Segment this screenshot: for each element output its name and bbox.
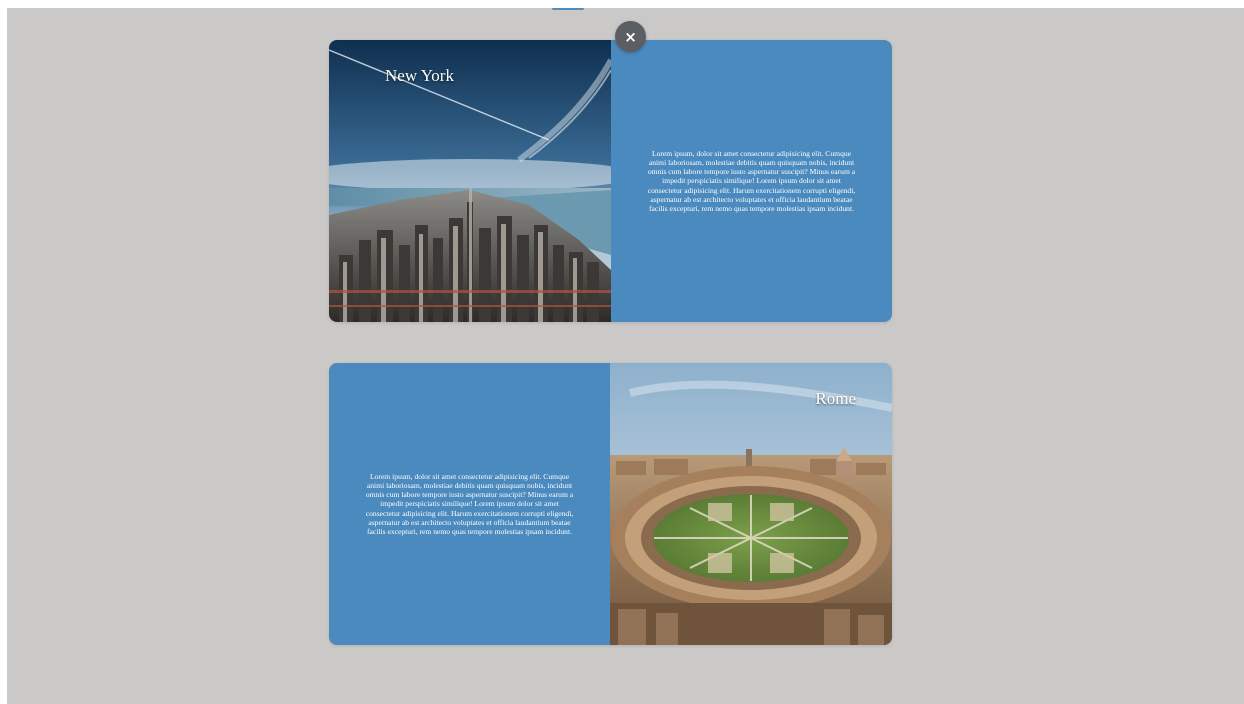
- new-york-skyline-image: [329, 40, 611, 322]
- city-title-rome: Rome: [815, 389, 856, 408]
- city-card-rome: Lorem ipsum, dolor sit amet consectetur …: [329, 363, 892, 645]
- top-indicator: [552, 8, 584, 10]
- rome-text-panel: Lorem ipsum, dolor sit amet consectetur …: [329, 363, 610, 645]
- rome-description: Lorem ipsum, dolor sit amet consectetur …: [365, 471, 574, 537]
- city-title-new-york: New York: [385, 66, 454, 85]
- new-york-description: Lorem ipsum, dolor sit amet consectetur …: [647, 148, 856, 214]
- rome-photo: Rome: [610, 363, 892, 645]
- page-viewport: × New York Lorem ipsum, dolor sit amet c…: [7, 8, 1244, 704]
- close-button[interactable]: ×: [615, 21, 646, 52]
- close-icon: ×: [624, 27, 637, 46]
- city-card-new-york: New York Lorem ipsum, dolor sit amet con…: [329, 40, 892, 322]
- new-york-text-panel: Lorem ipsum, dolor sit amet consectetur …: [611, 40, 892, 322]
- new-york-photo: New York: [329, 40, 611, 322]
